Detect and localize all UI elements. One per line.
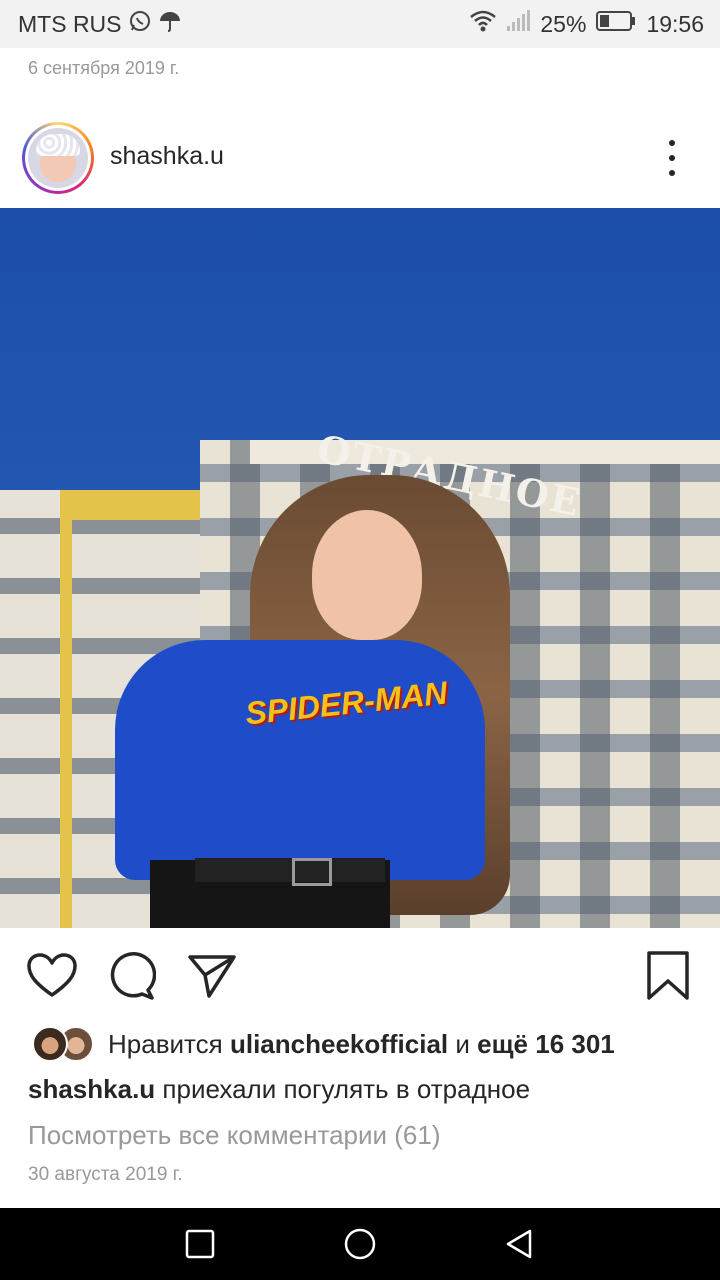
status-left: MTS RUS (18, 9, 182, 39)
photo-belt-buckle (292, 858, 332, 886)
recent-apps-icon[interactable] (182, 1226, 218, 1262)
likes-count[interactable]: ещё 16 301 (477, 1029, 615, 1059)
likes-row[interactable]: Нравится ulianchеekofficial и ещё 16 301 (32, 1024, 615, 1064)
carrier-label: MTS RUS (18, 10, 122, 37)
umbrella-icon (158, 9, 182, 39)
post-date: 30 августа 2019 г. (28, 1164, 183, 1185)
post-actions (0, 944, 720, 1008)
liker-username[interactable]: ulianchеekofficial (230, 1029, 448, 1059)
status-bar: MTS RUS 25% 19:56 (0, 0, 720, 48)
view-comments-link[interactable]: Посмотреть все комментарии (61) (28, 1120, 441, 1151)
comment-icon[interactable] (106, 950, 158, 1002)
likes-connector: и (455, 1028, 470, 1059)
clock: 19:56 (646, 10, 704, 37)
send-icon[interactable] (186, 950, 238, 1002)
photo-building-left-side (60, 490, 72, 928)
story-ring[interactable] (22, 122, 94, 194)
photo-person-belt (195, 858, 385, 882)
likes-prefix: Нравится (108, 1028, 223, 1059)
signal-icon (506, 10, 531, 38)
more-options-icon[interactable] (656, 136, 688, 180)
likes-summary[interactable]: Нравится ulianchеekofficial и ещё 16 301 (108, 1029, 615, 1060)
bookmark-icon[interactable] (642, 950, 694, 1002)
post-caption: shashka.u приехали погулять в отрадное (28, 1074, 530, 1105)
back-icon[interactable] (502, 1226, 538, 1262)
heart-icon[interactable] (26, 950, 78, 1002)
previous-post-date: 6 сентября 2019 г. (28, 58, 180, 78)
wifi-icon (470, 10, 497, 38)
caption-text: приехали погулять в отрадное (162, 1074, 531, 1104)
caption-username[interactable]: shashka.u (28, 1074, 155, 1104)
photo-building-left-roof (60, 490, 200, 520)
system-nav-bar (0, 1208, 720, 1280)
battery-percent: 25% (540, 10, 587, 37)
post-username[interactable]: shashka.u (110, 142, 224, 171)
whatsapp-icon (128, 9, 152, 39)
status-right: 25% 19:56 (470, 10, 704, 38)
avatar[interactable] (28, 128, 88, 188)
post-header: shashka.u (0, 118, 720, 198)
liker-avatar (32, 1026, 68, 1062)
battery-icon (596, 10, 636, 38)
home-icon[interactable] (342, 1226, 378, 1262)
post-photo[interactable]: ОТРАДНОЕ SPIDER-MAN (0, 208, 720, 928)
photo-person-face (312, 510, 422, 640)
